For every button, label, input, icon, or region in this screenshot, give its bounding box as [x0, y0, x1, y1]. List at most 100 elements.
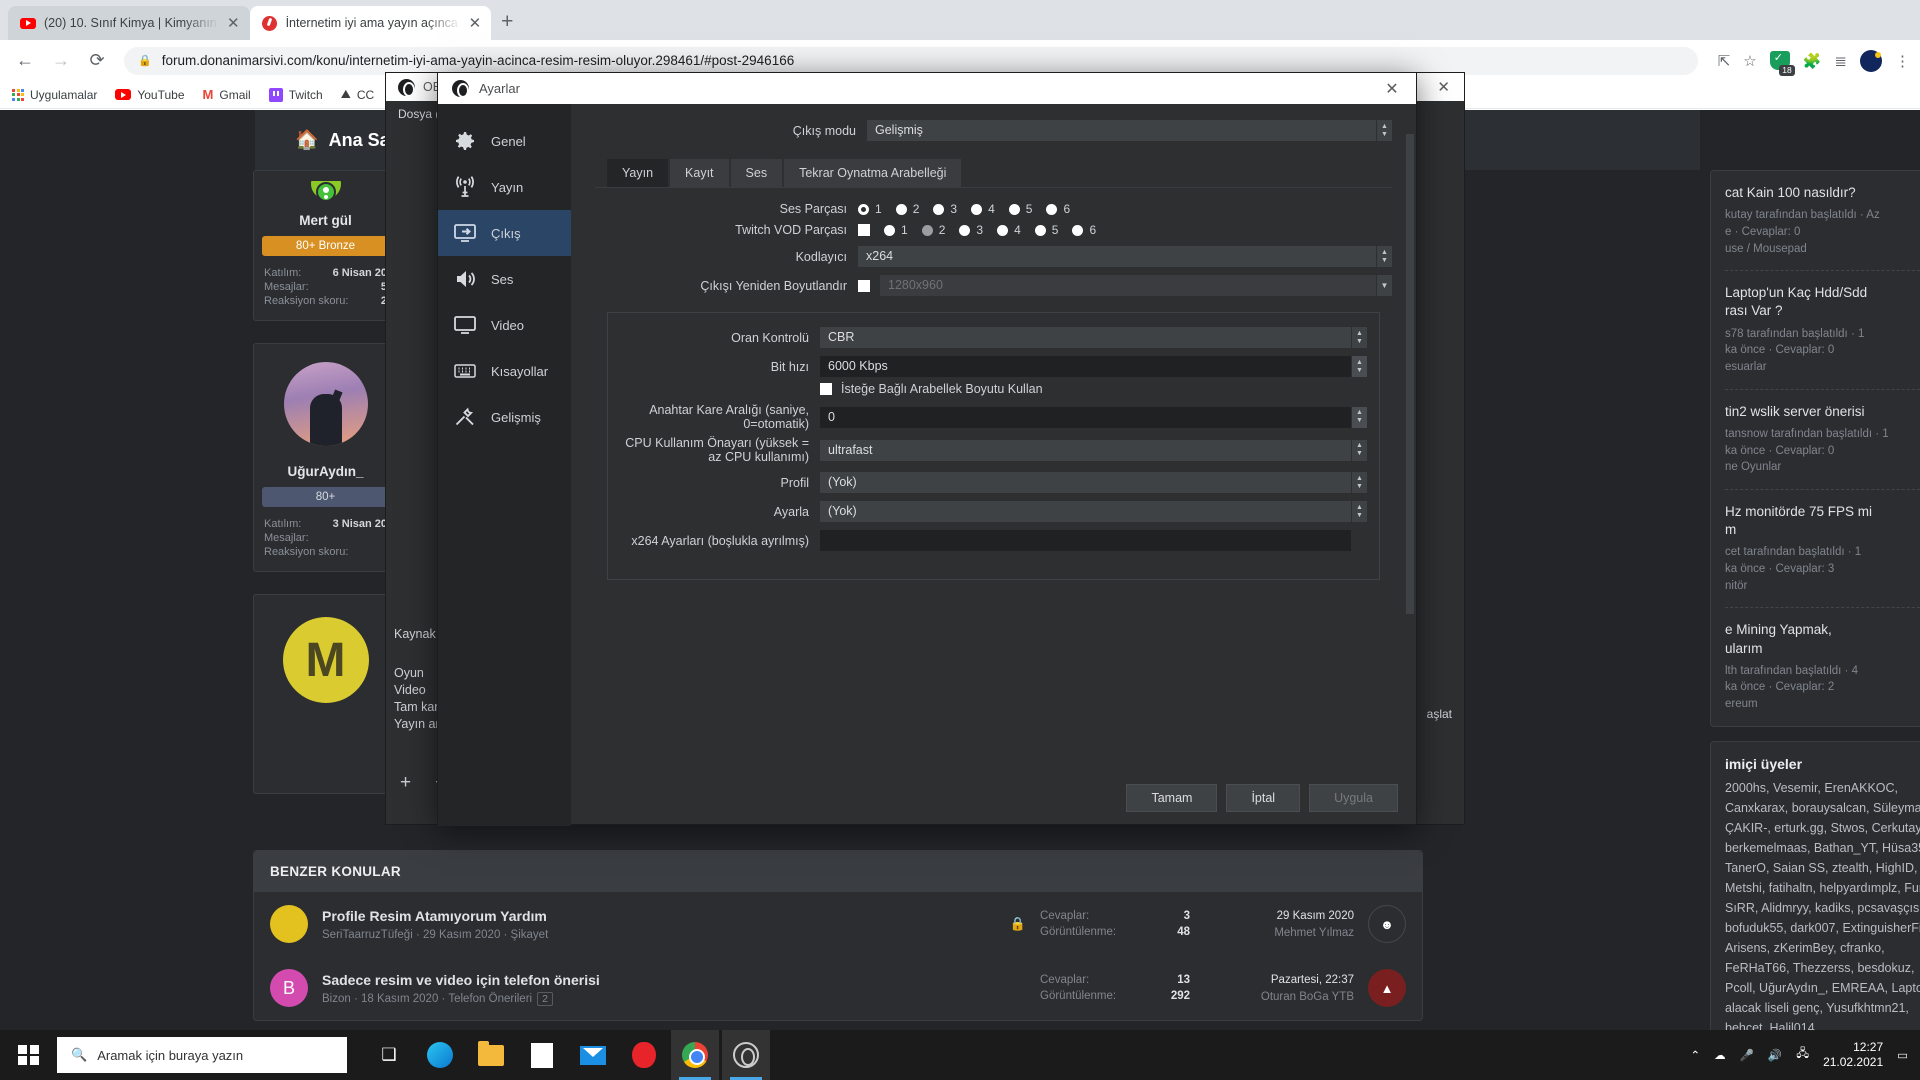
- thread-title[interactable]: Profile Resim Atamıyorum Yardım: [322, 908, 996, 924]
- tune-select[interactable]: (Yok): [820, 501, 1351, 522]
- page-badge[interactable]: 2: [537, 991, 553, 1006]
- sidebar-item-ses[interactable]: Ses: [438, 256, 571, 302]
- encoder-select[interactable]: x264: [858, 246, 1376, 267]
- extensions-puzzle-icon[interactable]: 🧩: [1803, 52, 1822, 70]
- bookmark-star-icon[interactable]: ☆: [1743, 52, 1756, 70]
- windows-start-icon[interactable]: [0, 1030, 57, 1080]
- vod-track-radio-3[interactable]: [959, 224, 971, 236]
- volume-icon[interactable]: 🔊: [1768, 1048, 1782, 1062]
- adblock-extension-icon[interactable]: 18: [1769, 51, 1795, 76]
- cpu-preset-spinner[interactable]: ▲ ▼: [1352, 439, 1367, 461]
- notification-icon[interactable]: ▭: [1897, 1048, 1908, 1062]
- bookmark-uygulamalar[interactable]: Uygulamalar: [12, 88, 97, 102]
- task-view-icon[interactable]: ❑: [365, 1030, 413, 1080]
- obs-icon[interactable]: [722, 1030, 770, 1080]
- output-mode-spinner[interactable]: ▲ ▼: [1377, 120, 1392, 141]
- sidebar-thread[interactable]: Laptop'un Kaç Hdd/Sdd rası Var ? s78 tar…: [1725, 271, 1920, 390]
- sidebar-item-kisayollar[interactable]: Kısayollar: [438, 348, 571, 394]
- forward-icon[interactable]: →: [46, 46, 76, 76]
- ok-button[interactable]: Tamam: [1126, 784, 1218, 812]
- tab-yayin[interactable]: Yayın: [607, 159, 669, 187]
- bookmark-youtube[interactable]: YouTube: [115, 88, 185, 102]
- microsoft-store-icon[interactable]: [518, 1030, 566, 1080]
- sidebar-item-gelismis[interactable]: Gelişmiş: [438, 394, 571, 440]
- back-icon[interactable]: ←: [10, 46, 40, 76]
- reload-icon[interactable]: ⟳: [82, 46, 112, 76]
- encoder-spinner[interactable]: ▲ ▼: [1377, 246, 1392, 267]
- audio-track-radio-5[interactable]: [1008, 203, 1020, 215]
- table-row[interactable]: B Sadece resim ve video için telefon öne…: [254, 956, 1422, 1020]
- audio-track-radio-2[interactable]: [895, 203, 907, 215]
- obs-start-streaming-button[interactable]: aşlat: [1427, 707, 1452, 721]
- sidebar-thread[interactable]: e Mining Yapmak, ularım lth tarafından b…: [1725, 608, 1920, 725]
- bookmark-gmail[interactable]: M Gmail: [203, 87, 251, 102]
- share-icon[interactable]: ⇱: [1718, 52, 1731, 70]
- onedrive-icon[interactable]: ☁: [1714, 1048, 1726, 1062]
- vod-track-checkbox[interactable]: [858, 224, 870, 236]
- microphone-icon[interactable]: 🎤: [1740, 1048, 1754, 1062]
- custom-buffer-checkbox[interactable]: [820, 383, 832, 395]
- profile-spinner[interactable]: ▲ ▼: [1352, 472, 1367, 493]
- audio-track-radio-4[interactable]: [971, 203, 983, 215]
- settings-scrollbar[interactable]: [1406, 134, 1414, 614]
- vod-track-radio-4[interactable]: [997, 224, 1009, 236]
- cpu-preset-select[interactable]: ultrafast: [820, 439, 1351, 461]
- profile-name[interactable]: UğurAydın_: [262, 464, 389, 479]
- audio-track-radio-6[interactable]: [1046, 203, 1058, 215]
- bitrate-spinner[interactable]: ▲ ▼: [1352, 356, 1367, 377]
- sidebar-thread[interactable]: Hz monitörde 75 FPS mi m cet tarafından …: [1725, 490, 1920, 609]
- vod-track-radio-2[interactable]: [921, 224, 933, 236]
- close-icon[interactable]: ✕: [1437, 78, 1464, 96]
- sidebar-item-genel[interactable]: Genel: [438, 118, 571, 164]
- bookmark-twitch[interactable]: Twitch: [268, 87, 323, 102]
- bitrate-input[interactable]: 6000 Kbps: [820, 356, 1351, 377]
- tab-kayit[interactable]: Kayıt: [670, 159, 729, 187]
- audio-track-radio-1[interactable]: [858, 203, 869, 215]
- close-tab-icon[interactable]: ✕: [469, 16, 482, 31]
- taskbar-clock[interactable]: 12:27 21.02.2021: [1823, 1040, 1883, 1070]
- sidebar-thread[interactable]: cat Kain 100 nasıldır? kutay tarafından …: [1725, 171, 1920, 272]
- mail-icon[interactable]: [569, 1030, 617, 1080]
- tab-ses[interactable]: Ses: [730, 159, 783, 187]
- rescale-select[interactable]: 1280x960: [880, 275, 1376, 296]
- menu-dosya[interactable]: Dosya (: [398, 107, 439, 121]
- chrome-menu-icon[interactable]: ⋮: [1895, 52, 1910, 70]
- rescale-checkbox[interactable]: [858, 279, 870, 292]
- tune-spinner[interactable]: ▲ ▼: [1352, 501, 1367, 522]
- last-post-user[interactable]: Mehmet Yılmaz: [1204, 927, 1354, 939]
- file-explorer-icon[interactable]: [467, 1030, 515, 1080]
- sidebar-item-yayin[interactable]: Yayın: [438, 164, 571, 210]
- cancel-button[interactable]: İptal: [1226, 784, 1301, 812]
- edge-icon[interactable]: [416, 1030, 464, 1080]
- thread-title[interactable]: Sadece resim ve video için telefon öneri…: [322, 972, 1026, 988]
- profile-avatar-icon[interactable]: [1860, 49, 1882, 72]
- address-bar[interactable]: 🔒 forum.donanimarsivi.com/konu/interneti…: [124, 46, 1698, 75]
- browser-tab-1[interactable]: (20) 10. Sınıf Kimya | Kimyanın Te ✕: [8, 6, 250, 40]
- close-tab-icon[interactable]: ✕: [227, 16, 240, 31]
- apply-button[interactable]: Uygula: [1309, 784, 1398, 812]
- vod-track-radio-5[interactable]: [1034, 224, 1046, 236]
- keyframe-input[interactable]: 0: [820, 406, 1351, 428]
- sidebar-thread[interactable]: tin2 wslik server önerisi tansnow tarafı…: [1725, 390, 1920, 490]
- tab-tekrar-oynatma-arabellegi[interactable]: Tekrar Oynatma Arabelleği: [784, 159, 962, 187]
- search-input[interactable]: 🔍 Aramak için buraya yazın: [57, 1037, 347, 1073]
- vod-track-radio-6[interactable]: [1072, 224, 1084, 236]
- x264-options-input[interactable]: [820, 530, 1351, 551]
- chevron-up-icon[interactable]: ⌃: [1690, 1048, 1700, 1062]
- chevron-down-icon[interactable]: ▼: [1377, 275, 1392, 296]
- bookmark-cc[interactable]: ⛰ CC: [341, 87, 374, 102]
- chrome-icon[interactable]: [671, 1030, 719, 1080]
- close-icon[interactable]: ✕: [1374, 79, 1410, 99]
- vod-track-radio-1[interactable]: [884, 224, 895, 236]
- audio-track-radio-3[interactable]: [933, 203, 945, 215]
- profile-select[interactable]: (Yok): [820, 472, 1351, 493]
- output-mode-select[interactable]: Gelişmiş: [867, 120, 1376, 141]
- opera-icon[interactable]: [620, 1030, 668, 1080]
- network-icon[interactable]: 🖧: [1796, 1046, 1809, 1065]
- add-source-button[interactable]: +: [400, 772, 411, 794]
- keyframe-spinner[interactable]: ▲ ▼: [1352, 406, 1367, 428]
- sidebar-item-cikis[interactable]: Çıkış: [438, 210, 571, 256]
- browser-tab-2[interactable]: İnternetim iyi ama yayın açınca re ✕: [249, 6, 492, 40]
- last-post-user[interactable]: Oturan BoGa YTB: [1204, 991, 1354, 1003]
- media-list-icon[interactable]: ≣: [1834, 52, 1847, 70]
